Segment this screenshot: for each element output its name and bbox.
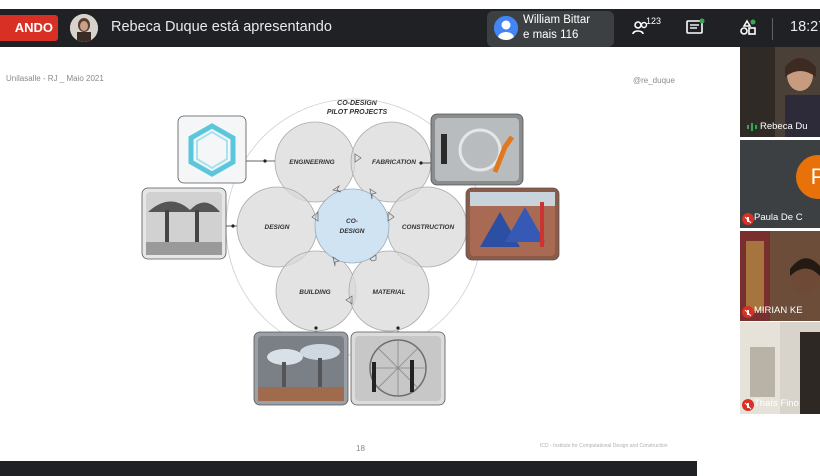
label-center-1: CO- bbox=[346, 218, 358, 225]
slide-footer-note: ICD - Institute for Computational Design… bbox=[540, 443, 668, 449]
participant-name: Rebeca Du bbox=[760, 121, 808, 132]
mic-off-icon bbox=[742, 399, 754, 411]
clock: 18:27 bbox=[790, 19, 820, 35]
codesign-center-circle bbox=[314, 188, 390, 264]
label-center-2: DESIGN bbox=[340, 228, 365, 235]
participant-tile[interactable]: MIRIAN KE bbox=[740, 231, 820, 321]
chat-icon[interactable] bbox=[685, 18, 707, 40]
viewer-avatar bbox=[494, 16, 518, 40]
engineering-photo bbox=[177, 115, 247, 184]
viewer-name: William Bittar bbox=[523, 14, 591, 26]
diagram-title-line2: PILOT PROJECTS bbox=[327, 109, 388, 116]
activities-icon[interactable] bbox=[738, 18, 760, 40]
presenter-status: Rebeca Duque está apresentando bbox=[111, 19, 332, 35]
meeting-top-bar: ANDO Rebeca Duque está apresentando Will… bbox=[0, 0, 820, 62]
people-count: 123 bbox=[646, 16, 662, 26]
presenter-avatar bbox=[70, 14, 98, 42]
participant-avatar: P bbox=[796, 155, 820, 199]
label-design: DESIGN bbox=[265, 224, 290, 231]
mic-off-icon bbox=[742, 213, 754, 225]
building-photo bbox=[253, 331, 349, 406]
bottom-bar bbox=[0, 461, 697, 476]
label-material: MATERIAL bbox=[372, 289, 405, 296]
label-fabrication: FABRICATION bbox=[372, 159, 416, 166]
speaking-icon bbox=[747, 123, 757, 131]
design-photo bbox=[141, 187, 227, 260]
label-construction: CONSTRUCTION bbox=[402, 224, 455, 231]
participant-name: Thaís Fino bbox=[754, 398, 799, 409]
shared-slide: Unilasalle - RJ _ Maio 2021 @re_duque CO… bbox=[0, 62, 697, 458]
participant-name: MIRIAN KE bbox=[754, 305, 803, 316]
participant-tile[interactable]: P Paula De C bbox=[740, 140, 820, 228]
toolbar-divider bbox=[772, 18, 773, 40]
viewers-chip[interactable]: William Bittar e mais 116 bbox=[487, 11, 614, 47]
construction-photo bbox=[465, 187, 560, 261]
codesign-diagram: CO-DESIGN PILOT PROJECTS ENGINEERING FAB… bbox=[141, 98, 560, 406]
participant-tile[interactable]: Rebeca Du bbox=[740, 47, 820, 137]
fabrication-photo bbox=[430, 113, 524, 186]
label-building: BUILDING bbox=[299, 289, 330, 296]
material-photo bbox=[350, 331, 446, 406]
presenting-badge[interactable]: ANDO bbox=[0, 15, 58, 41]
viewer-count: e mais 116 bbox=[523, 29, 579, 41]
diagram-title-line1: CO-DESIGN bbox=[337, 100, 378, 107]
label-engineering: ENGINEERING bbox=[289, 159, 335, 166]
mic-off-icon bbox=[742, 306, 754, 318]
participant-name: Paula De C bbox=[754, 212, 803, 223]
slide-page-number: 18 bbox=[356, 444, 365, 453]
participant-tile[interactable]: Thaís Fino bbox=[740, 322, 820, 414]
